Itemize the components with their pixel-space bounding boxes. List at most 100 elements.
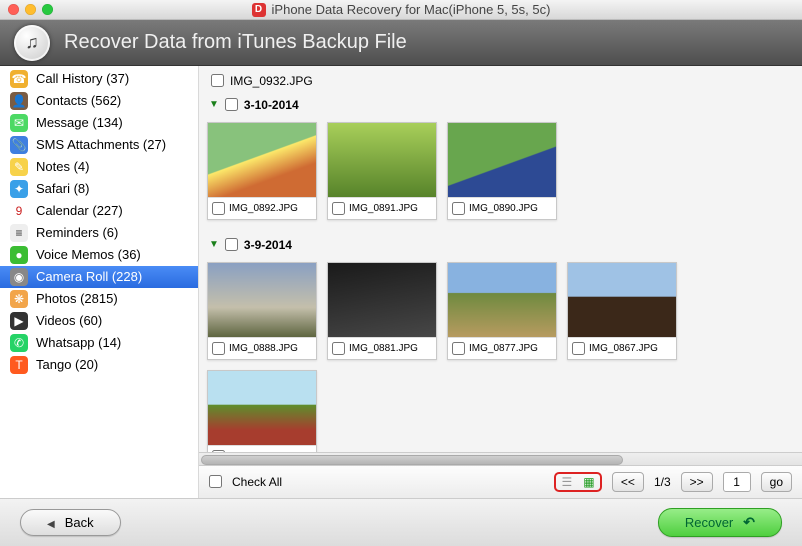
thumbnail-filename: IMG_0881.JPG xyxy=(349,343,418,354)
sidebar-item-label: Reminders (6) xyxy=(36,225,118,240)
thumbnail-image[interactable] xyxy=(208,123,316,198)
footer-bar: Back Recover xyxy=(0,499,802,546)
thumbnail-image[interactable] xyxy=(328,123,436,198)
page-number-input[interactable] xyxy=(723,472,751,492)
sidebar-item-safari[interactable]: ✦ Safari (8) xyxy=(0,178,198,200)
thumbnail-image[interactable] xyxy=(208,263,316,338)
recover-button-label: Recover xyxy=(685,515,733,530)
sidebar-item-reminders[interactable]: ≡ Reminders (6) xyxy=(0,222,198,244)
sidebar-item-camera-roll[interactable]: ◉Camera Roll (228) xyxy=(0,266,198,288)
sidebar-item-label: Contacts (562) xyxy=(36,93,121,108)
sidebar-item-label: Videos (60) xyxy=(36,313,102,328)
thumbnail-filename: IMG_0890.JPG xyxy=(469,203,538,214)
thumbnail-caption: IMG_0888.JPG xyxy=(208,338,316,359)
page-title: Recover Data from iTunes Backup File xyxy=(64,31,407,54)
view-mode-toggle[interactable]: ☰ ▦ xyxy=(554,472,602,492)
sidebar-item-label: Whatsapp (14) xyxy=(36,335,121,350)
thumbnail-card[interactable]: IMG_0890.JPG xyxy=(447,122,557,220)
sidebar-item-tango[interactable]: TTango (20) xyxy=(0,354,198,376)
safari-icon: ✦ xyxy=(10,180,28,198)
recover-button[interactable]: Recover xyxy=(658,508,782,537)
thumbnail-card[interactable]: IMG_0867.JPG xyxy=(567,262,677,360)
sidebar-item-notes[interactable]: ✎Notes (4) xyxy=(0,156,198,178)
thumbnail-checkbox[interactable] xyxy=(452,202,465,215)
window-title: iPhone Data Recovery for Mac(iPhone 5, 5… xyxy=(272,2,551,17)
header-logo-icon: ♫ xyxy=(14,25,50,61)
list-view-icon[interactable]: ☰ xyxy=(556,474,578,490)
sidebar-item-label: Tango (20) xyxy=(36,357,98,372)
thumbnail-image[interactable] xyxy=(208,371,316,446)
thumbnail-caption: IMG_0867.JPG xyxy=(568,338,676,359)
thumbnail-card[interactable]: IMG_0877.JPG xyxy=(447,262,557,360)
file-checkbox[interactable] xyxy=(211,74,224,87)
message-icon: ✉ xyxy=(10,114,28,132)
thumbnail-caption: IMG_0891.JPG xyxy=(328,198,436,219)
thumbnail-caption: IMG_0892.JPG xyxy=(208,198,316,219)
window-zoom-button[interactable] xyxy=(42,4,53,15)
next-page-button[interactable]: >> xyxy=(681,472,713,492)
page-header: ♫ Recover Data from iTunes Backup File xyxy=(0,20,802,66)
thumbnail-filename: IMG_0888.JPG xyxy=(229,343,298,354)
contacts-icon: 👤 xyxy=(10,92,28,110)
thumbnail-image[interactable] xyxy=(448,263,556,338)
back-button[interactable]: Back xyxy=(20,509,121,536)
sidebar-item-sms-attach[interactable]: 📎SMS Attachments (27) xyxy=(0,134,198,156)
thumbnail-card[interactable]: IMG_0881.JPG xyxy=(327,262,437,360)
sidebar-item-label: SMS Attachments (27) xyxy=(36,137,166,152)
horizontal-scrollbar-thumb[interactable] xyxy=(201,455,623,465)
thumbnail-scroll-area[interactable]: IMG_0932.JPG ▼ 3-10-2014 IMG_0892.JPG IMG_08… xyxy=(199,66,802,452)
category-sidebar[interactable]: ☎Call History (37) 👤 Contacts (562) ✉Messag… xyxy=(0,66,199,498)
app-icon: D xyxy=(252,3,266,17)
thumbnail-card[interactable]: IMG_0891.JPG xyxy=(327,122,437,220)
thumbnail-checkbox[interactable] xyxy=(572,342,585,355)
thumbnail-card[interactable]: IMG_0892.JPG xyxy=(207,122,317,220)
thumbnail-checkbox[interactable] xyxy=(332,342,345,355)
sidebar-item-contacts[interactable]: 👤 Contacts (562) xyxy=(0,90,198,112)
sidebar-item-label: Safari (8) xyxy=(36,181,89,196)
thumbnail-image[interactable] xyxy=(328,263,436,338)
group-checkbox[interactable] xyxy=(225,238,238,251)
undo-icon xyxy=(743,514,755,531)
thumbnail-caption: IMG_0890.JPG xyxy=(448,198,556,219)
sidebar-item-photos[interactable]: ❋Photos (2815) xyxy=(0,288,198,310)
thumbnail-checkbox[interactable] xyxy=(332,202,345,215)
group-date-label: 3-9-2014 xyxy=(244,238,292,252)
date-group-header[interactable]: ▼ 3-9-2014 xyxy=(207,234,794,258)
sidebar-item-whatsapp[interactable]: ✆Whatsapp (14) xyxy=(0,332,198,354)
sidebar-item-label: Voice Memos (36) xyxy=(36,247,141,262)
sidebar-item-message[interactable]: ✉Message (134) xyxy=(0,112,198,134)
sidebar-item-voice-memos[interactable]: ●Voice Memos (36) xyxy=(0,244,198,266)
calendar-icon: 9 xyxy=(10,202,28,220)
sidebar-item-call-history[interactable]: ☎Call History (37) xyxy=(0,68,198,90)
thumbnail-card[interactable]: IMG_0866.JPG xyxy=(207,370,317,452)
file-row[interactable]: IMG_0932.JPG xyxy=(207,72,794,90)
disclosure-triangle-icon[interactable]: ▼ xyxy=(209,239,219,250)
group-date-label: 3-10-2014 xyxy=(244,98,299,112)
horizontal-scrollbar[interactable] xyxy=(199,452,802,465)
group-checkbox[interactable] xyxy=(225,98,238,111)
window-close-button[interactable] xyxy=(8,4,19,15)
page-indicator: 1/3 xyxy=(654,475,671,489)
sidebar-item-calendar[interactable]: 9Calendar (227) xyxy=(0,200,198,222)
date-group-header[interactable]: ▼ 3-10-2014 xyxy=(207,94,794,118)
thumbnail-checkbox[interactable] xyxy=(212,202,225,215)
thumbnail-checkbox[interactable] xyxy=(212,342,225,355)
go-button[interactable]: go xyxy=(761,472,792,492)
disclosure-triangle-icon[interactable]: ▼ xyxy=(209,99,219,110)
videos-icon: ▶ xyxy=(10,312,28,330)
window-minimize-button[interactable] xyxy=(25,4,36,15)
thumbnail-filename: IMG_0877.JPG xyxy=(469,343,538,354)
thumbnail-caption: IMG_0877.JPG xyxy=(448,338,556,359)
thumbnail-image[interactable] xyxy=(448,123,556,198)
thumbnail-checkbox[interactable] xyxy=(452,342,465,355)
sidebar-item-videos[interactable]: ▶ Videos (60) xyxy=(0,310,198,332)
thumbnail-filename: IMG_0892.JPG xyxy=(229,203,298,214)
check-all-checkbox[interactable] xyxy=(209,475,222,488)
check-all-label: Check All xyxy=(232,475,282,489)
content-toolbar: Check All ☰ ▦ << 1/3 >> go xyxy=(199,465,802,498)
prev-page-button[interactable]: << xyxy=(612,472,644,492)
grid-view-icon[interactable]: ▦ xyxy=(578,474,600,490)
thumbnail-image[interactable] xyxy=(568,263,676,338)
thumbnail-card[interactable]: IMG_0888.JPG xyxy=(207,262,317,360)
reminders-icon: ≡ xyxy=(10,224,28,242)
